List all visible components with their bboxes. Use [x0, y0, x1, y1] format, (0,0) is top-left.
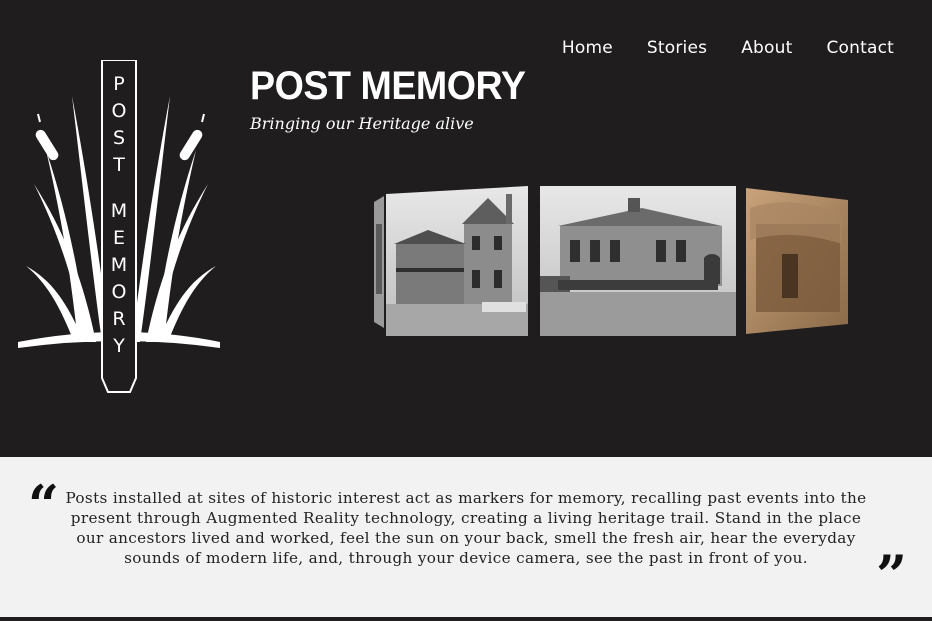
close-quote-icon: ” — [876, 543, 908, 607]
section-divider — [0, 617, 932, 621]
photo-carousel[interactable] — [372, 184, 852, 340]
historic-photo-schoolhouse[interactable] — [540, 186, 736, 336]
logo-letter: P — [113, 73, 124, 95]
nav-home[interactable]: Home — [562, 38, 613, 58]
historic-photo-villa[interactable] — [386, 186, 528, 336]
nav-stories[interactable]: Stories — [647, 38, 707, 58]
hero-section: Home Stories About Contact P O S T M E M… — [0, 0, 932, 457]
logo-letter: S — [113, 127, 125, 149]
open-quote-icon: “ — [28, 473, 60, 537]
logo-letter: M — [111, 200, 127, 222]
logo-letter: Y — [112, 335, 125, 357]
page-title: POST MEMORY — [250, 64, 526, 108]
historic-photo-cottage[interactable] — [736, 188, 848, 334]
page-subtitle: Bringing our Heritage alive — [250, 114, 474, 133]
intro-quote-text: Posts installed at sites of historic int… — [65, 489, 867, 567]
historic-photo-partial[interactable] — [374, 196, 384, 328]
logo-letter: E — [113, 227, 125, 249]
logo-letter: R — [112, 308, 125, 330]
raupo-reeds-post-icon[interactable]: P O S T M E M O R Y — [16, 60, 226, 396]
nav-contact[interactable]: Contact — [826, 38, 894, 58]
nav-about[interactable]: About — [741, 38, 792, 58]
logo-letter: O — [112, 100, 127, 122]
logo-letter: M — [111, 254, 127, 276]
main-nav: Home Stories About Contact — [562, 38, 894, 58]
logo-letter: O — [112, 281, 127, 303]
logo-letter: T — [112, 154, 125, 176]
